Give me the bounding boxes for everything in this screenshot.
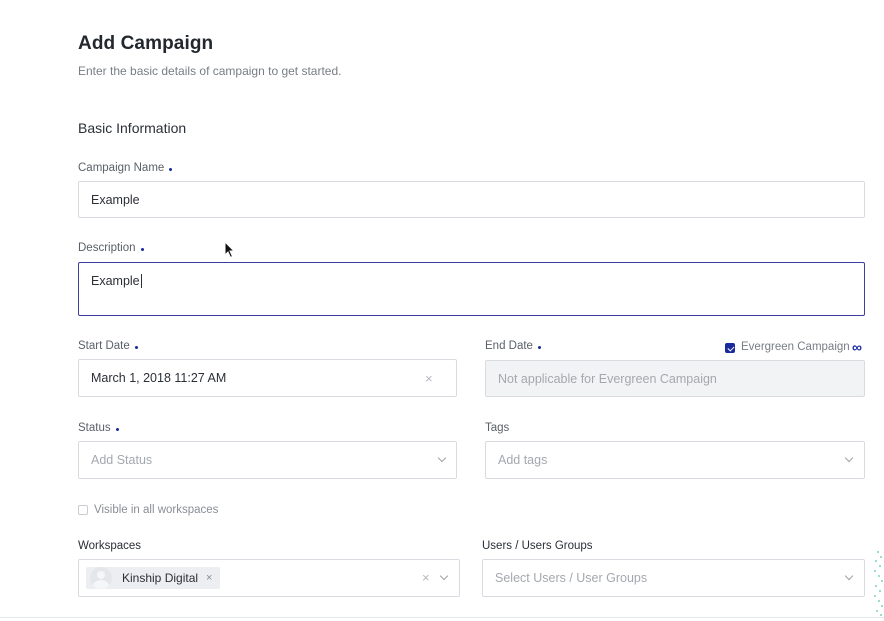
chevron-down-icon: [844, 571, 854, 581]
clear-start-date-icon[interactable]: ×: [425, 372, 433, 385]
tags-select[interactable]: Add tags: [485, 441, 865, 479]
users-label-text: Users / Users Groups: [482, 540, 593, 552]
mouse-cursor-icon: [224, 241, 236, 259]
page-title: Add Campaign: [78, 33, 214, 54]
evergreen-label: Evergreen Campaign: [741, 341, 850, 353]
start-date-value: March 1, 2018 11:27 AM: [91, 371, 227, 385]
required-indicator: [140, 247, 144, 251]
chevron-down-icon: [844, 453, 854, 463]
description-label: Description: [78, 242, 144, 254]
workspaces-select[interactable]: Kinship Digital × ×: [78, 559, 460, 597]
workspaces-label: Workspaces: [78, 540, 141, 552]
start-date-label-text: Start Date: [78, 340, 130, 352]
section-title: Basic Information: [78, 120, 187, 136]
infinity-icon: ∞: [852, 339, 862, 355]
users-select[interactable]: Select Users / User Groups: [482, 559, 865, 597]
remove-chip-icon[interactable]: ×: [206, 572, 212, 584]
required-indicator: [537, 345, 541, 349]
users-placeholder: Select Users / User Groups: [495, 571, 648, 585]
evergreen-checkbox[interactable]: [725, 343, 735, 353]
chevron-down-icon: [439, 571, 449, 581]
campaign-name-label: Campaign Name: [78, 162, 173, 174]
end-date-label-text: End Date: [485, 340, 533, 352]
users-label: Users / Users Groups: [482, 540, 593, 552]
avatar: [90, 567, 112, 589]
campaign-name-label-text: Campaign Name: [78, 162, 165, 174]
bottom-divider: [0, 617, 884, 618]
required-indicator: [115, 427, 119, 431]
end-date-label: End Date: [485, 340, 541, 352]
description-label-text: Description: [78, 242, 136, 254]
visible-all-workspaces-label: Visible in all workspaces: [94, 504, 219, 516]
required-indicator: [134, 345, 138, 349]
description-textarea[interactable]: Example: [78, 262, 865, 316]
page-subtitle: Enter the basic details of campaign to g…: [78, 64, 342, 78]
description-value: Example: [91, 274, 140, 288]
tags-label-text: Tags: [485, 422, 510, 434]
chevron-down-icon: [437, 453, 447, 463]
status-label-text: Status: [78, 422, 111, 434]
required-indicator: [169, 167, 173, 171]
visible-all-workspaces-checkbox[interactable]: [78, 505, 88, 515]
tags-placeholder: Add tags: [498, 453, 548, 467]
end-date-input: Not applicable for Evergreen Campaign: [485, 360, 865, 397]
workspaces-label-text: Workspaces: [78, 540, 142, 552]
start-date-label: Start Date: [78, 340, 138, 352]
campaign-name-value: Example: [91, 192, 140, 207]
campaign-name-input[interactable]: Example: [78, 181, 865, 218]
end-date-placeholder: Not applicable for Evergreen Campaign: [498, 371, 717, 386]
decorative-dots-icon: [874, 551, 883, 616]
start-date-input[interactable]: March 1, 2018 11:27 AM ×: [78, 359, 457, 397]
status-select[interactable]: Add Status: [78, 441, 457, 479]
status-placeholder: Add Status: [91, 453, 153, 467]
workspace-chip-label: Kinship Digital: [122, 571, 199, 585]
text-caret: [140, 274, 142, 288]
tags-label: Tags: [485, 422, 509, 434]
clear-workspaces-icon[interactable]: ×: [422, 571, 430, 584]
workspace-chip: Kinship Digital ×: [86, 567, 221, 589]
status-label: Status: [78, 422, 119, 434]
